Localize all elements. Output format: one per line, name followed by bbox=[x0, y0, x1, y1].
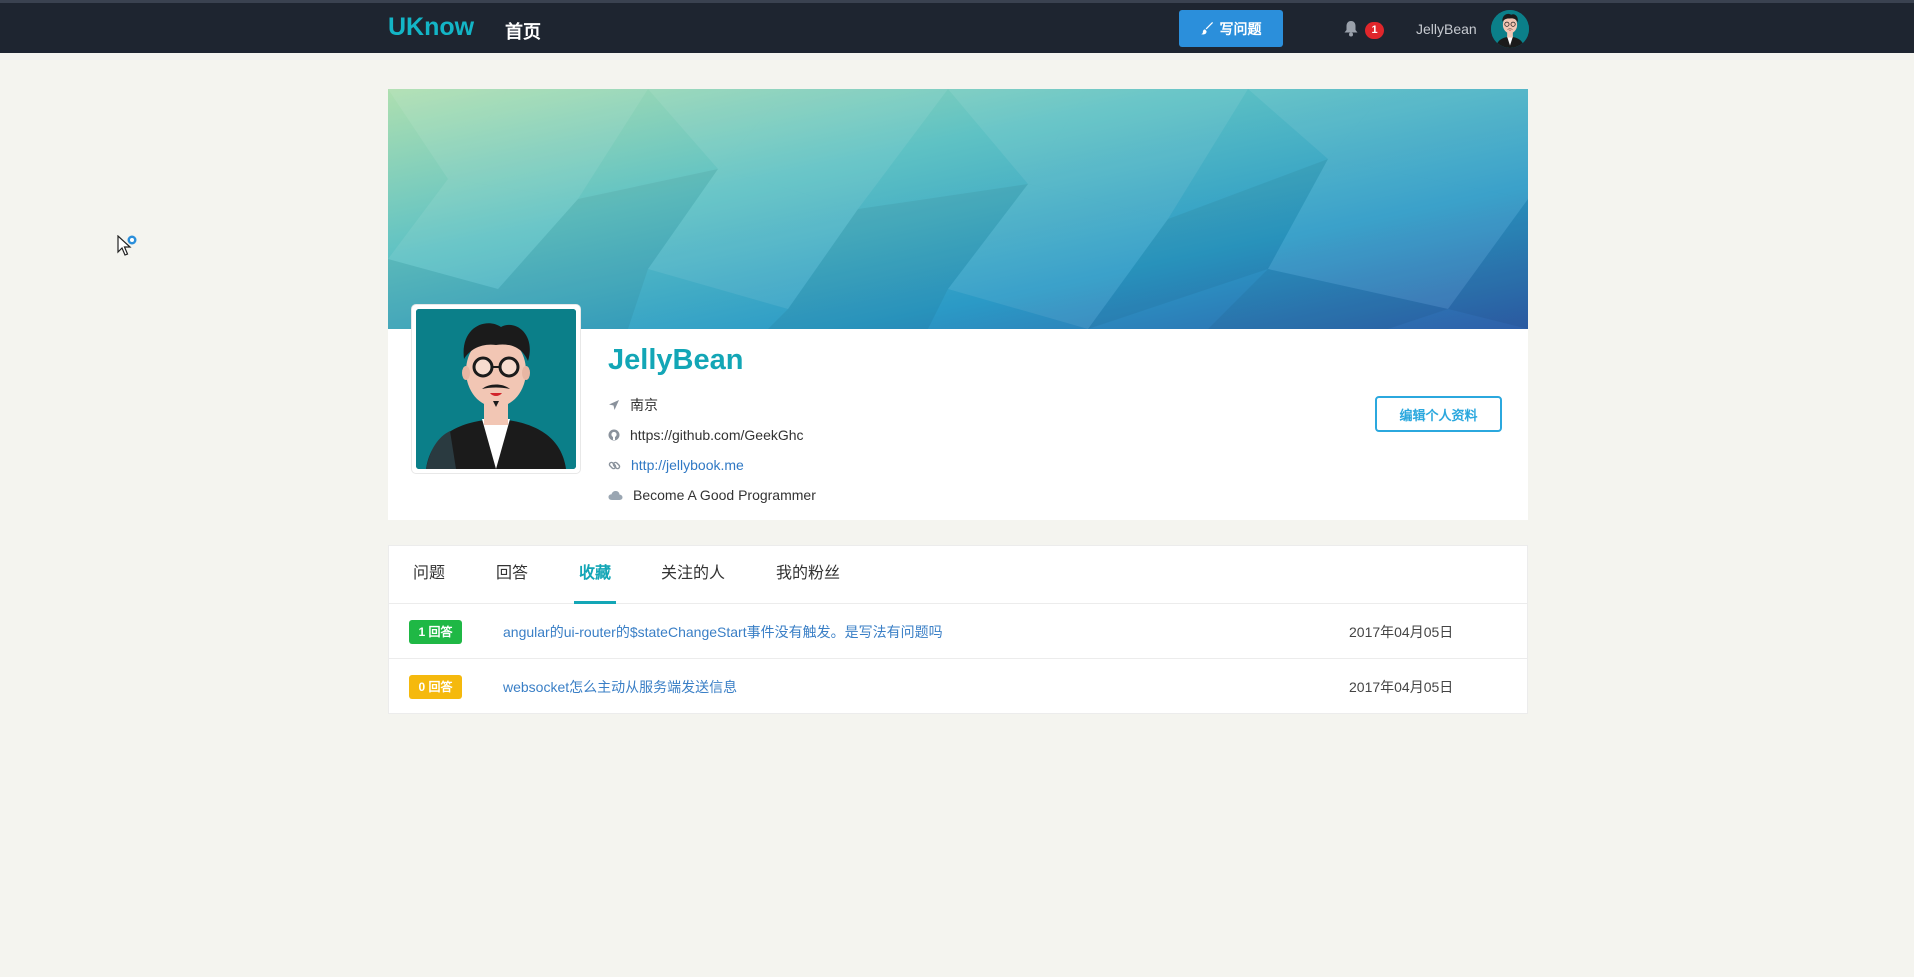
bell-icon bbox=[1344, 21, 1358, 37]
profile-card: JellyBean 南京 https://github.com/GeekGhc … bbox=[388, 89, 1528, 520]
brand-logo[interactable]: UKnow bbox=[388, 13, 474, 42]
profile-tabs: 问题 回答 收藏 关注的人 我的粉丝 bbox=[389, 546, 1527, 604]
question-date: 2017年04月05日 bbox=[1349, 624, 1454, 640]
mouse-cursor-icon bbox=[117, 234, 137, 264]
list-item: 1 回答 angular的ui-router的$stateChangeStart… bbox=[389, 604, 1527, 659]
profile-motto: Become A Good Programmer bbox=[633, 487, 816, 503]
brush-icon bbox=[1200, 22, 1213, 35]
profile-location-row: 南京 bbox=[608, 395, 658, 415]
profile-github-row: https://github.com/GeekGhc bbox=[608, 425, 804, 445]
profile-avatar[interactable] bbox=[412, 305, 580, 473]
answer-count-badge: 1 回答 bbox=[409, 620, 462, 644]
github-icon bbox=[608, 429, 620, 441]
profile-website-link[interactable]: http://jellybook.me bbox=[631, 457, 744, 473]
tab-favorites[interactable]: 收藏 bbox=[574, 546, 617, 604]
nav-username[interactable]: JellyBean bbox=[1416, 21, 1477, 37]
favorites-card: 问题 回答 收藏 关注的人 我的粉丝 1 回答 angular的ui-route… bbox=[388, 545, 1528, 714]
notification-count-badge: 1 bbox=[1365, 22, 1384, 39]
ask-question-label: 写问题 bbox=[1219, 20, 1262, 37]
tab-followers[interactable]: 我的粉丝 bbox=[776, 546, 840, 604]
notifications-button[interactable]: 1 bbox=[1343, 18, 1385, 42]
nav-home-link[interactable]: 首页 bbox=[505, 18, 541, 44]
question-title-link[interactable]: websocket怎么主动从服务端发送信息 bbox=[503, 677, 737, 697]
profile-location: 南京 bbox=[630, 397, 658, 413]
question-title-link[interactable]: angular的ui-router的$stateChangeStart事件没有触… bbox=[503, 622, 943, 642]
profile-github: https://github.com/GeekGhc bbox=[630, 427, 804, 443]
link-icon bbox=[608, 461, 621, 469]
question-date: 2017年04月05日 bbox=[1349, 679, 1454, 695]
nav-avatar[interactable] bbox=[1491, 10, 1529, 48]
tab-questions[interactable]: 问题 bbox=[413, 546, 445, 604]
top-navbar: UKnow 首页 写问题 1 JellyBean bbox=[0, 0, 1914, 53]
edit-profile-button[interactable]: 编辑个人资料 bbox=[1375, 396, 1502, 432]
profile-website-row: http://jellybook.me bbox=[608, 455, 744, 475]
list-item: 0 回答 websocket怎么主动从服务端发送信息 2017年04月05日 bbox=[389, 659, 1527, 714]
profile-motto-row: Become A Good Programmer bbox=[608, 485, 816, 505]
profile-name: JellyBean bbox=[608, 344, 744, 376]
profile-banner bbox=[388, 89, 1528, 329]
cloud-icon bbox=[608, 490, 623, 500]
ask-question-button[interactable]: 写问题 bbox=[1179, 10, 1283, 47]
location-arrow-icon bbox=[609, 400, 619, 410]
answer-count-badge: 0 回答 bbox=[409, 675, 462, 699]
tab-answers[interactable]: 回答 bbox=[496, 546, 528, 604]
tab-following[interactable]: 关注的人 bbox=[661, 546, 725, 604]
